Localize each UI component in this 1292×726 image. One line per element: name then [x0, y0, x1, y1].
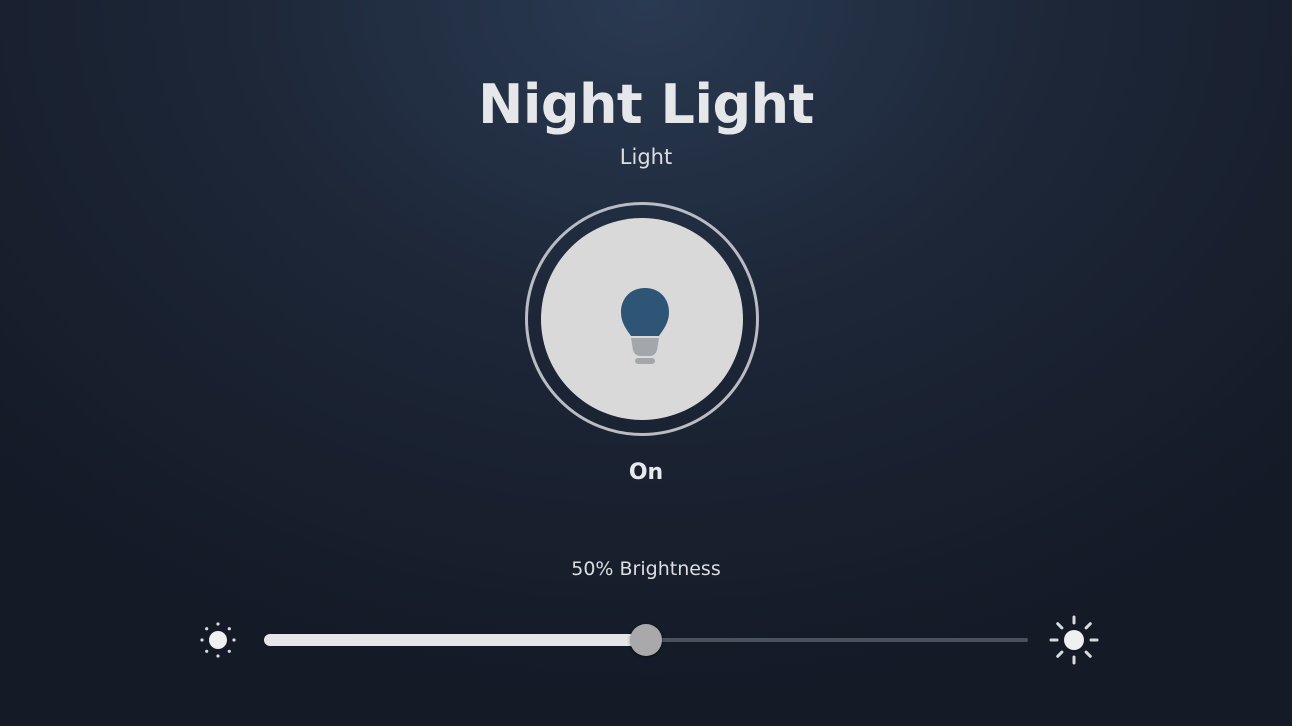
- power-toggle-disc[interactable]: [541, 218, 743, 420]
- device-type: Light: [619, 145, 673, 169]
- slider-fill: [264, 634, 646, 646]
- lightbulb-icon: [621, 288, 669, 364]
- brightness-slider[interactable]: [264, 622, 1028, 658]
- power-state: On: [628, 460, 664, 485]
- slider-thumb[interactable]: [630, 624, 662, 656]
- power-toggle-button[interactable]: [525, 202, 759, 436]
- brightness-low-icon: [200, 622, 236, 658]
- device-name: Night Light: [478, 73, 814, 136]
- brightness-label: 50% Brightness: [571, 558, 721, 580]
- brightness-high-icon: [1049, 615, 1099, 665]
